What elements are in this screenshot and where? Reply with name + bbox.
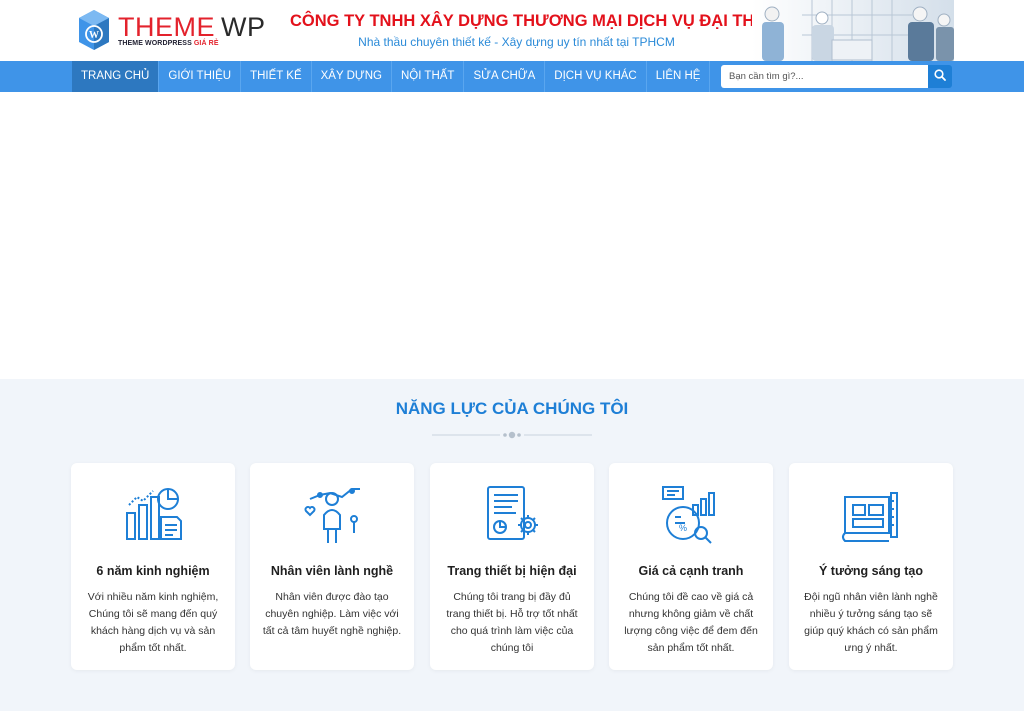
nav-item-noi-that[interactable]: NỘI THẤT xyxy=(392,61,465,92)
hero-slider xyxy=(0,92,1024,379)
logo-text-wp: WP xyxy=(221,12,266,42)
feature-description: Với nhiều năm kinh nghiệm, Chúng tôi sẽ … xyxy=(87,591,219,654)
svg-text:%: % xyxy=(679,523,687,533)
price-analysis-icon: % xyxy=(661,485,721,545)
search-input[interactable] xyxy=(721,65,928,88)
feature-title: Giá cả cạnh tranh xyxy=(638,564,744,578)
feature-title: Trang thiết bị hiện đại xyxy=(447,564,577,578)
logo-subtext-highlight: GIÁ RẺ xyxy=(193,40,219,47)
document-gear-icon xyxy=(482,485,542,545)
nav-item-sua-chua[interactable]: SỬA CHỮA xyxy=(464,61,546,92)
feature-description: Chúng tôi đề cao về giá cả nhưng không g… xyxy=(624,591,758,654)
svg-text:W: W xyxy=(89,30,99,41)
title-divider xyxy=(432,427,592,439)
nav-item-thiet-ke[interactable]: THIẾT KẾ xyxy=(241,61,312,92)
logo-subtext: THEME WORDPRESS xyxy=(118,40,194,47)
feature-card-experience: 6 năm kinh nghiệm Với nhiều năm kinh ngh… xyxy=(71,463,235,670)
features-section: NĂNG LỰC CỦA CHÚNG TÔI 6 năm kinh nghiệm… xyxy=(0,379,1024,711)
search-button[interactable] xyxy=(928,65,952,88)
nav-item-gioi-thieu[interactable]: GIỚI THIỆU xyxy=(159,61,242,92)
employee-skills-icon xyxy=(302,485,362,545)
site-logo[interactable]: W THEME WP THEME WORDPRESS GIÁ RẺ xyxy=(77,8,266,52)
chart-growth-icon xyxy=(123,485,183,545)
feature-description: Chúng tôi trang bị đầy đủ trang thiết bị… xyxy=(446,591,578,654)
feature-description: Đội ngũ nhân viên lành nghề nhiều ý tưởn… xyxy=(804,591,938,654)
feature-title: Ý tưởng sáng tạo xyxy=(818,564,924,578)
nav-item-trang-chu[interactable]: TRANG CHỦ xyxy=(72,61,160,92)
site-header: W THEME WP THEME WORDPRESS GIÁ RẺ CÔNG TY… xyxy=(0,0,1024,61)
feature-card-staff: Nhân viên lành nghề Nhân viên được đào t… xyxy=(250,463,414,670)
feature-title: Nhân viên lành nghề xyxy=(270,564,394,578)
nav-item-dich-vu-khac[interactable]: DỊCH VỤ KHÁC xyxy=(545,61,647,92)
nav-menu: TRANG CHỦ GIỚI THIỆU THIẾT KẾ XÂY DỰNG N… xyxy=(72,61,711,92)
company-name: CÔNG TY TNHH XÂY DỰNG THƯƠNG MẠI DỊCH VỤ… xyxy=(290,12,791,30)
nav-item-xay-dung[interactable]: XÂY DỰNG xyxy=(312,61,392,92)
blueprint-icon xyxy=(841,485,901,545)
feature-card-equipment: Trang thiết bị hiện đại Chúng tôi trang … xyxy=(430,463,594,670)
company-info: CÔNG TY TNHH XÂY DỰNG THƯƠNG MẠI DỊCH VỤ… xyxy=(290,11,791,49)
feature-card-price: % Giá cả cạnh tranh Chúng tôi đề cao về … xyxy=(609,463,773,670)
nav-item-lien-he[interactable]: LIÊN HỆ xyxy=(647,61,711,92)
search-form xyxy=(721,65,952,88)
feature-card-creative: Ý tưởng sáng tạo Đội ngũ nhân viên lành … xyxy=(789,463,953,670)
search-icon xyxy=(934,68,946,86)
header-banner-image xyxy=(752,0,954,61)
section-title: NĂNG LỰC CỦA CHÚNG TÔI xyxy=(395,399,629,418)
feature-description: Nhân viên được đào tạo chuyên nghiệp. Là… xyxy=(262,591,402,637)
company-tagline: Nhà thầu chuyên thiết kế - Xây dựng uy t… xyxy=(358,35,675,49)
feature-title: 6 năm kinh nghiệm xyxy=(96,564,210,578)
main-nav: TRANG CHỦ GIỚI THIỆU THIẾT KẾ XÂY DỰNG N… xyxy=(0,61,1024,92)
logo-text-theme: THEME xyxy=(118,12,215,42)
wordpress-cube-icon: W xyxy=(77,8,111,52)
